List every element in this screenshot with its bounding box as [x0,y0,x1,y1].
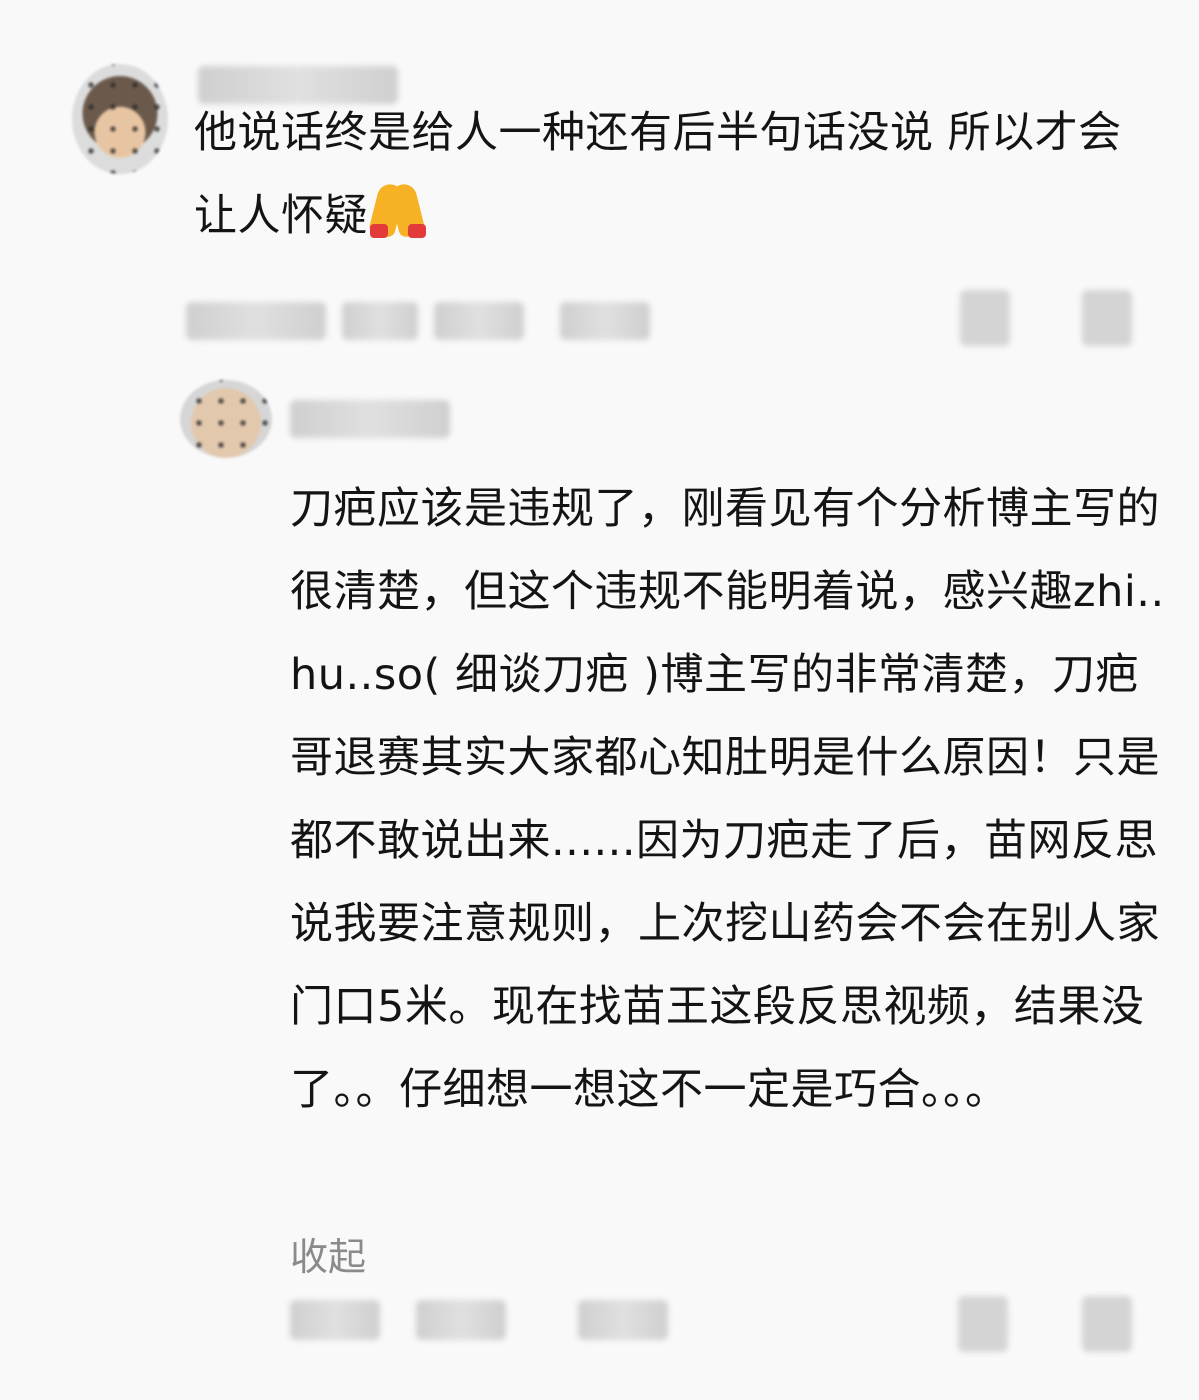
reply-text: 刀疤应该是违规了，刚看见有个分析博主写的很清楚，但这个违规不能明着说，感兴趣zh… [290,484,1165,1115]
dislike-icon[interactable] [1082,290,1132,346]
reply-avatar[interactable] [180,380,272,458]
reply-like-icon[interactable] [958,1296,1008,1352]
like-icon[interactable] [960,290,1010,346]
comment-body: 他说话终是给人一种还有后半句话没说 所以才会让人怀疑 [194,108,1122,241]
comment-thread: 他说话终是给人一种还有后半句话没说 所以才会让人怀疑 刀疤应该是违规了，刚看见有… [0,0,1199,1400]
comment-text: 他说话终是给人一种还有后半句话没说 所以才会让人怀疑 [194,92,1154,258]
reply-username-blurred[interactable] [290,400,450,438]
collapse-button[interactable]: 收起 [290,1226,366,1281]
avatar[interactable] [72,64,168,174]
pray-icon [368,182,428,238]
reply-dislike-icon[interactable] [1082,1296,1132,1352]
